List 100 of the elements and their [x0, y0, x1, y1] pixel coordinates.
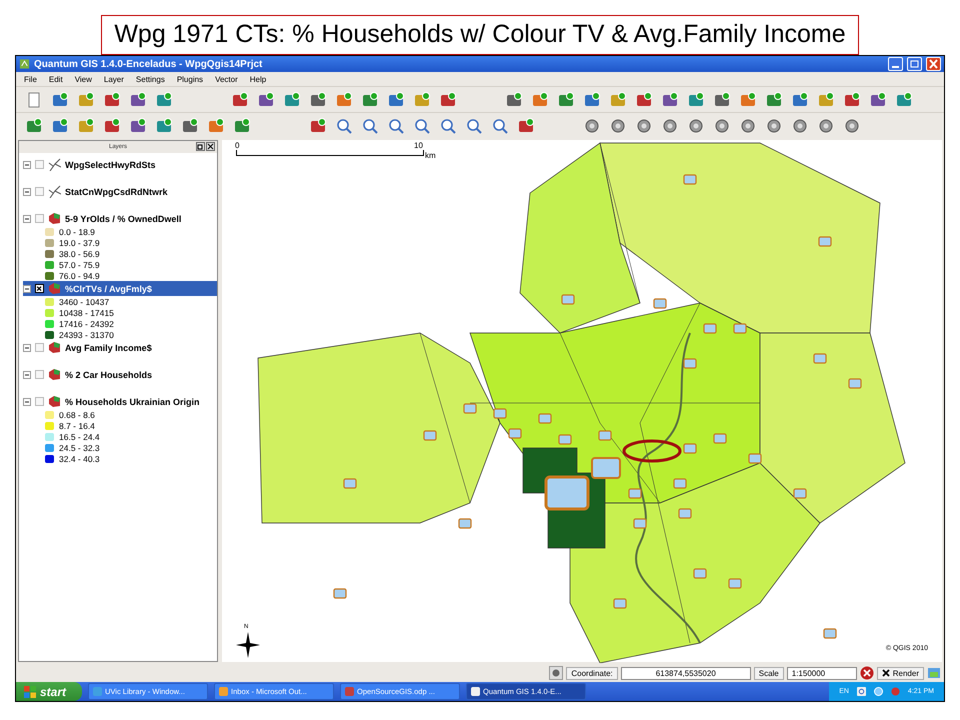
visibility-checkbox[interactable]	[35, 187, 44, 196]
layer-row[interactable]: % 2 Car Households	[23, 367, 217, 382]
tv-icon	[673, 478, 687, 489]
tv-icon	[343, 478, 357, 489]
menu-item[interactable]: Settings	[136, 74, 165, 84]
layer-name: WpgSelectHwyRdSts	[65, 160, 156, 170]
tv-icon	[558, 434, 572, 445]
slide-title: Wpg 1971 CTs: % Households w/ Colour TV & Avg.Family Income	[101, 15, 859, 55]
tv-icon	[813, 353, 827, 364]
layer-row[interactable]: Avg Family Income$	[23, 340, 217, 355]
tv-icon	[598, 430, 612, 441]
menu-item[interactable]: Layer	[104, 74, 124, 84]
stop-icon[interactable]	[860, 666, 874, 680]
tv-icon	[544, 476, 590, 510]
layer-row[interactable]: %ClrTVs / AvgFmly$	[23, 281, 217, 296]
collapse-icon[interactable]	[23, 398, 31, 406]
tv-icon	[728, 578, 742, 589]
layer-name: % 2 Car Households	[65, 370, 152, 380]
scale-label: 0	[235, 141, 240, 150]
compass-rose-icon	[236, 632, 260, 658]
line-layer-icon	[48, 158, 61, 171]
menu-item[interactable]: View	[74, 74, 92, 84]
new-document-icon[interactable]	[26, 92, 42, 108]
tv-icon	[748, 453, 762, 464]
render-checkbox[interactable]: Render	[876, 666, 924, 680]
menu-item[interactable]: Edit	[48, 74, 63, 84]
collapse-icon[interactable]	[23, 188, 31, 196]
visibility-checkbox[interactable]	[35, 284, 44, 293]
scale-label: Scale	[754, 666, 784, 680]
scale-unit: km	[425, 151, 436, 160]
coordinate-label: Coordinate:	[566, 666, 618, 680]
app-icon	[345, 687, 354, 696]
layer-row[interactable]: 5-9 YrOlds / % OwnedDwell	[23, 211, 217, 226]
menu-item[interactable]: Help	[250, 74, 266, 84]
scale-label: 10	[414, 141, 423, 150]
collapse-icon[interactable]	[23, 344, 31, 352]
legend-label: 19.0 - 37.9	[59, 238, 100, 248]
collapse-icon[interactable]	[23, 370, 31, 378]
zoom-out-icon[interactable]	[362, 118, 378, 134]
legend-label: 8.7 - 16.4	[59, 420, 95, 430]
visibility-checkbox[interactable]	[35, 160, 44, 169]
tv-icon	[463, 403, 477, 414]
collapse-icon[interactable]	[23, 214, 31, 222]
visibility-checkbox[interactable]	[35, 343, 44, 352]
visibility-checkbox[interactable]	[35, 214, 44, 223]
layer-row[interactable]: StatCnWpgCsdRdNtwrk	[23, 184, 217, 199]
tv-icon	[703, 323, 717, 334]
legend-label: 10438 - 17415	[59, 308, 114, 318]
menu-item[interactable]: Vector	[215, 74, 238, 84]
minimize-button[interactable]	[888, 57, 903, 71]
tv-icon	[683, 443, 697, 454]
collapse-icon[interactable]	[23, 160, 31, 168]
float-button[interactable]	[196, 142, 205, 151]
legend-label: 3460 - 10437	[59, 296, 110, 306]
layer-row[interactable]: WpgSelectHwyRdSts	[23, 157, 217, 172]
line-layer-icon	[48, 185, 61, 198]
legend-label: 16.5 - 24.4	[59, 432, 100, 442]
tv-icon	[633, 518, 647, 529]
zoom-last-icon[interactable]	[466, 118, 482, 134]
layer-name: StatCnWpgCsdRdNtwrk	[65, 186, 168, 196]
layer-row[interactable]: % Households Ukrainian Origin	[23, 394, 217, 409]
legend-label: 76.0 - 94.9	[59, 270, 100, 280]
zoom-full-icon[interactable]	[388, 118, 404, 134]
scale-field[interactable]: 1:150000	[786, 666, 857, 680]
polygon-layer-icon	[48, 282, 61, 295]
legend-label: 24393 - 31370	[59, 330, 114, 340]
menu-item[interactable]: File	[24, 74, 37, 84]
cross-icon	[882, 669, 890, 677]
tv-icon	[693, 568, 707, 579]
visibility-checkbox[interactable]	[35, 397, 44, 406]
legend-label: 57.0 - 75.9	[59, 260, 100, 270]
close-button[interactable]	[926, 57, 941, 71]
close-icon[interactable]	[206, 142, 215, 151]
tv-icon	[683, 174, 697, 185]
polygon-layer-icon	[48, 368, 61, 381]
zoom-in-icon[interactable]	[336, 118, 352, 134]
zoom-selection-icon[interactable]	[414, 118, 430, 134]
visibility-checkbox[interactable]	[35, 370, 44, 379]
tv-icon	[683, 358, 697, 369]
restore-button[interactable]	[907, 57, 922, 71]
tv-icon	[628, 488, 642, 499]
menu-item[interactable]: Plugins	[176, 74, 204, 84]
zoom-layer-icon[interactable]	[440, 118, 456, 134]
polygon-layer-icon	[48, 395, 61, 408]
tv-icon	[561, 294, 575, 305]
start-button[interactable]: start	[16, 682, 82, 701]
zoom-next-icon[interactable]	[492, 118, 508, 134]
tv-icon	[818, 236, 832, 247]
tv-icon	[458, 518, 472, 529]
toggle-icon[interactable]	[549, 666, 564, 680]
tv-icon	[848, 378, 862, 389]
coordinate-field[interactable]: 613874,5535020	[620, 666, 751, 680]
tv-icon	[493, 408, 507, 419]
app-icon	[471, 687, 480, 696]
tv-icon	[333, 588, 347, 599]
tv-icon	[613, 598, 627, 609]
highlight-ellipse	[622, 440, 682, 462]
collapse-icon[interactable]	[23, 284, 31, 292]
tv-icon	[713, 433, 727, 444]
legend-label: 24.5 - 32.3	[59, 442, 100, 452]
